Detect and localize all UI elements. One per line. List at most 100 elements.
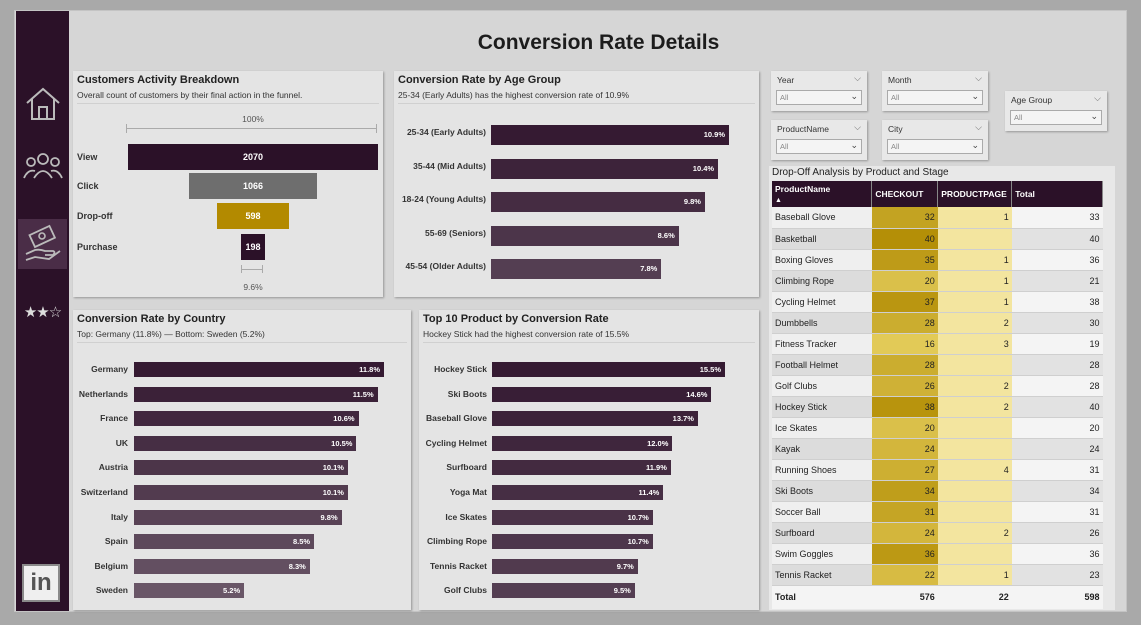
funnel-bar[interactable]: 1066: [188, 173, 318, 199]
country-subtitle: Top: Germany (11.8%) — Bottom: Sweden (5…: [77, 329, 265, 339]
column-header-total[interactable]: Total: [1011, 181, 1103, 207]
product-bar[interactable]: 10.7%: [492, 509, 653, 525]
age-bar[interactable]: 10.9%: [491, 125, 729, 145]
country-bar[interactable]: 10.5%: [134, 435, 357, 451]
checkout-cell: 27: [871, 459, 938, 481]
country-bar[interactable]: 10.1%: [134, 485, 348, 500]
productpage-cell: [937, 354, 1012, 376]
age-bar[interactable]: 8.6%: [491, 225, 679, 246]
product-bar[interactable]: 11.4%: [492, 485, 664, 500]
product-bar[interactable]: 9.7%: [492, 558, 638, 574]
linkedin-icon[interactable]: in: [22, 564, 60, 602]
table-row[interactable]: Soccer Ball 31 31: [772, 501, 1103, 523]
country-bar-value: 8.3%: [288, 561, 306, 571]
year-slicer[interactable]: Year ⌵ All ⌄: [771, 71, 867, 111]
month-dropdown[interactable]: All ⌄: [887, 90, 983, 105]
country-bar[interactable]: 5.2%: [134, 583, 245, 599]
nav-customers-button[interactable]: [18, 141, 67, 191]
checkout-cell: 35: [871, 249, 938, 271]
checkout-cell: 34: [871, 480, 938, 502]
table-row[interactable]: Ski Boots 34 34: [772, 480, 1103, 502]
productpage-cell: 1: [937, 207, 1012, 229]
year-dropdown[interactable]: All ⌄: [776, 90, 862, 105]
age-bar[interactable]: 7.8%: [491, 259, 662, 279]
column-header-productpage[interactable]: PRODUCTPAGE: [937, 181, 1013, 207]
table-row[interactable]: Football Helmet 28 28: [772, 354, 1103, 376]
table-row[interactable]: Climbing Rope 20 1 21: [772, 270, 1103, 292]
table-row[interactable]: Tennis Racket 22 1 23: [772, 564, 1103, 586]
funnel-stage-label: Drop-off: [77, 211, 113, 221]
age-bar[interactable]: 10.4%: [491, 158, 719, 179]
conversion-icon: [25, 224, 61, 261]
table-row[interactable]: Cycling Helmet 37 1 38: [772, 291, 1103, 313]
table-row[interactable]: Kayak 24 24: [772, 438, 1103, 460]
table-row[interactable]: Surfboard 24 2 26: [772, 522, 1103, 544]
product-name-cell: Soccer Ball: [772, 501, 872, 523]
table-row[interactable]: Boxing Gloves 35 1 36: [772, 249, 1103, 271]
nav-rating-button[interactable]: ★★☆: [18, 287, 67, 337]
age-bar-value: 9.8%: [683, 197, 701, 206]
chevron-down-icon[interactable]: ⌵: [975, 122, 982, 133]
product-bar-value: 9.7%: [616, 561, 634, 571]
funnel-bar[interactable]: 598: [216, 203, 290, 229]
funnel-bar[interactable]: 2070: [128, 144, 378, 170]
product-bar[interactable]: 13.7%: [492, 411, 698, 427]
product-bar-value: 14.6%: [686, 389, 708, 399]
month-slicer[interactable]: Month ⌵ All ⌄: [882, 71, 988, 111]
country-bar[interactable]: 8.3%: [134, 558, 310, 574]
table-row[interactable]: Ice Skates 20 20: [772, 417, 1103, 439]
product-bar-label: Surfboard: [446, 462, 487, 473]
table-row[interactable]: Dumbbells 28 2 30: [772, 312, 1103, 334]
product-bar-value: 15.5%: [699, 365, 721, 374]
chevron-down-icon[interactable]: ⌵: [975, 73, 982, 84]
product-bar-label: Hockey Stick: [434, 364, 487, 374]
column-header-productname[interactable]: ProductName ▲: [772, 181, 873, 207]
country-bar-label: France: [100, 413, 128, 424]
funnel-bar[interactable]: 198: [241, 234, 265, 260]
product-bar[interactable]: 10.7%: [492, 534, 653, 550]
table-row[interactable]: Hockey Stick 38 2 40: [772, 396, 1103, 418]
total-cell: 31: [1011, 501, 1103, 523]
table-row[interactable]: Running Shoes 27 4 31: [772, 459, 1103, 481]
funnel-bottom-pct: 9.6%: [243, 282, 263, 292]
nav-home-button[interactable]: [18, 79, 67, 129]
country-bar[interactable]: 11.5%: [134, 386, 378, 402]
country-bar[interactable]: 9.8%: [134, 509, 342, 525]
country-bar[interactable]: 11.8%: [134, 362, 384, 377]
product-bar[interactable]: 12.0%: [492, 435, 673, 451]
product-bar-value: 12.0%: [647, 438, 669, 448]
checkout-cell: 26: [871, 375, 938, 397]
product-bar[interactable]: 14.6%: [492, 386, 712, 402]
chevron-down-icon[interactable]: ⌵: [854, 73, 861, 84]
funnel-stage-label: Purchase: [77, 242, 118, 252]
age-bar-label: 55-69 (Seniors): [425, 227, 486, 238]
country-bar[interactable]: 10.6%: [134, 411, 359, 427]
age-group-slicer[interactable]: Age Group ⌵ All ⌄: [1005, 91, 1107, 131]
table-row[interactable]: Fitness Tracker 16 3 19: [772, 333, 1103, 355]
nav-conversion-button[interactable]: [18, 219, 67, 269]
country-bar[interactable]: 8.5%: [134, 534, 315, 550]
total-cell: 30: [1011, 312, 1103, 334]
product-name-dropdown[interactable]: All ⌄: [776, 139, 862, 154]
checkout-cell: 16: [871, 333, 938, 355]
product-name-slicer[interactable]: ProductName ⌵ All ⌄: [771, 120, 867, 160]
chevron-down-icon[interactable]: ⌵: [1094, 93, 1101, 104]
age-group-dropdown[interactable]: All ⌄: [1010, 110, 1102, 125]
product-bar-label: Climbing Rope: [427, 536, 487, 547]
city-slicer[interactable]: City ⌵ All ⌄: [882, 120, 988, 160]
product-name-cell: Ski Boots: [772, 480, 872, 502]
country-bar[interactable]: 10.1%: [134, 460, 348, 476]
chevron-down-icon[interactable]: ⌵: [854, 122, 861, 133]
age-bar-label: 35-44 (Mid Adults): [413, 160, 486, 171]
table-row[interactable]: Baseball Glove 32 1 33: [772, 207, 1103, 229]
table-row[interactable]: Basketball 40 40: [772, 228, 1103, 250]
product-bar[interactable]: 11.9%: [492, 460, 671, 476]
age-bar[interactable]: 9.8%: [491, 192, 705, 212]
column-header-checkout[interactable]: CHECKOUT: [871, 181, 939, 207]
city-dropdown[interactable]: All ⌄: [887, 139, 983, 154]
table-row[interactable]: Swim Goggles 36 36: [772, 543, 1103, 565]
product-bar[interactable]: 9.5%: [492, 583, 635, 599]
product-bar[interactable]: 15.5%: [492, 362, 725, 377]
table-row[interactable]: Golf Clubs 26 2 28: [772, 375, 1103, 397]
column-header-label: ProductName: [775, 184, 831, 194]
